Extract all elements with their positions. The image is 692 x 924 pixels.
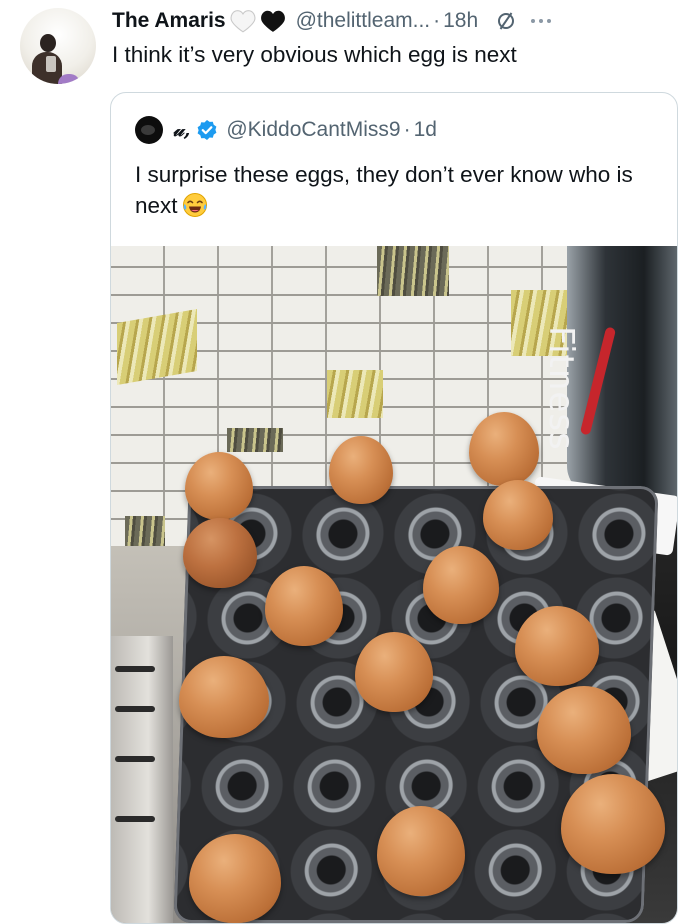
egg <box>483 480 553 550</box>
egg <box>561 774 665 874</box>
white-heart-icon <box>230 10 256 33</box>
quoted-tweet-card[interactable]: 𝓊, @KiddoCantMiss9 · 1d I surprise these… <box>110 92 678 924</box>
egg <box>355 632 433 712</box>
black-heart-icon <box>260 10 285 32</box>
more-icon[interactable] <box>530 16 552 26</box>
stove-grate <box>115 666 155 672</box>
author-avatar[interactable] <box>20 8 96 84</box>
egg <box>515 606 599 686</box>
tweet-header: The Amaris @thelittleam... · 18h <box>112 6 552 36</box>
tweet-timestamp[interactable]: 18h <box>443 9 478 33</box>
quoted-tweet-header: 𝓊, @KiddoCantMiss9 · 1d <box>135 115 437 145</box>
dark-tile <box>227 428 283 452</box>
egg <box>377 806 465 896</box>
egg <box>537 686 631 774</box>
stove-grate <box>115 816 155 822</box>
author-handle[interactable]: @thelittleam... <box>296 9 431 33</box>
quoted-author-avatar[interactable] <box>135 116 163 144</box>
quoted-separator-dot: · <box>403 118 411 141</box>
egg <box>179 656 269 738</box>
tweet-text: I think it’s very obvious which egg is n… <box>112 42 517 67</box>
quoted-author-name[interactable]: 𝓊, <box>173 119 190 141</box>
bottle-text: Fitness <box>541 326 581 451</box>
stove-grate <box>115 756 155 762</box>
egg <box>265 566 343 646</box>
quoted-author-handle[interactable]: @KiddoCantMiss9 <box>226 118 400 142</box>
stove-grate <box>115 706 155 712</box>
egg <box>189 834 281 923</box>
egg <box>423 546 499 624</box>
quoted-tweet-timestamp[interactable]: 1d <box>414 118 437 142</box>
avatar-shirt <box>58 74 80 84</box>
egg <box>469 412 539 486</box>
avatar-figure-head <box>40 34 56 52</box>
face-with-tears-of-joy-icon <box>182 193 207 217</box>
verified-badge-icon <box>197 120 217 140</box>
water-bottle <box>567 246 677 496</box>
author-name[interactable]: The Amaris <box>112 9 226 33</box>
egg <box>185 452 253 520</box>
quoted-tweet-text-content: I surprise these eggs, they don’t ever k… <box>135 162 633 218</box>
slashed-circle-icon[interactable] <box>496 11 516 31</box>
avatar-phone <box>46 56 56 72</box>
dark-tile <box>377 246 449 296</box>
gold-tile <box>327 370 383 418</box>
quoted-tweet-text: I surprise these eggs, they don’t ever k… <box>135 159 655 221</box>
stove-edge <box>111 636 173 923</box>
egg <box>329 436 393 504</box>
tweet-photo[interactable]: Fitness <box>111 246 677 923</box>
dark-tile <box>125 516 165 546</box>
separator-dot: · <box>433 9 441 32</box>
egg <box>183 518 257 588</box>
